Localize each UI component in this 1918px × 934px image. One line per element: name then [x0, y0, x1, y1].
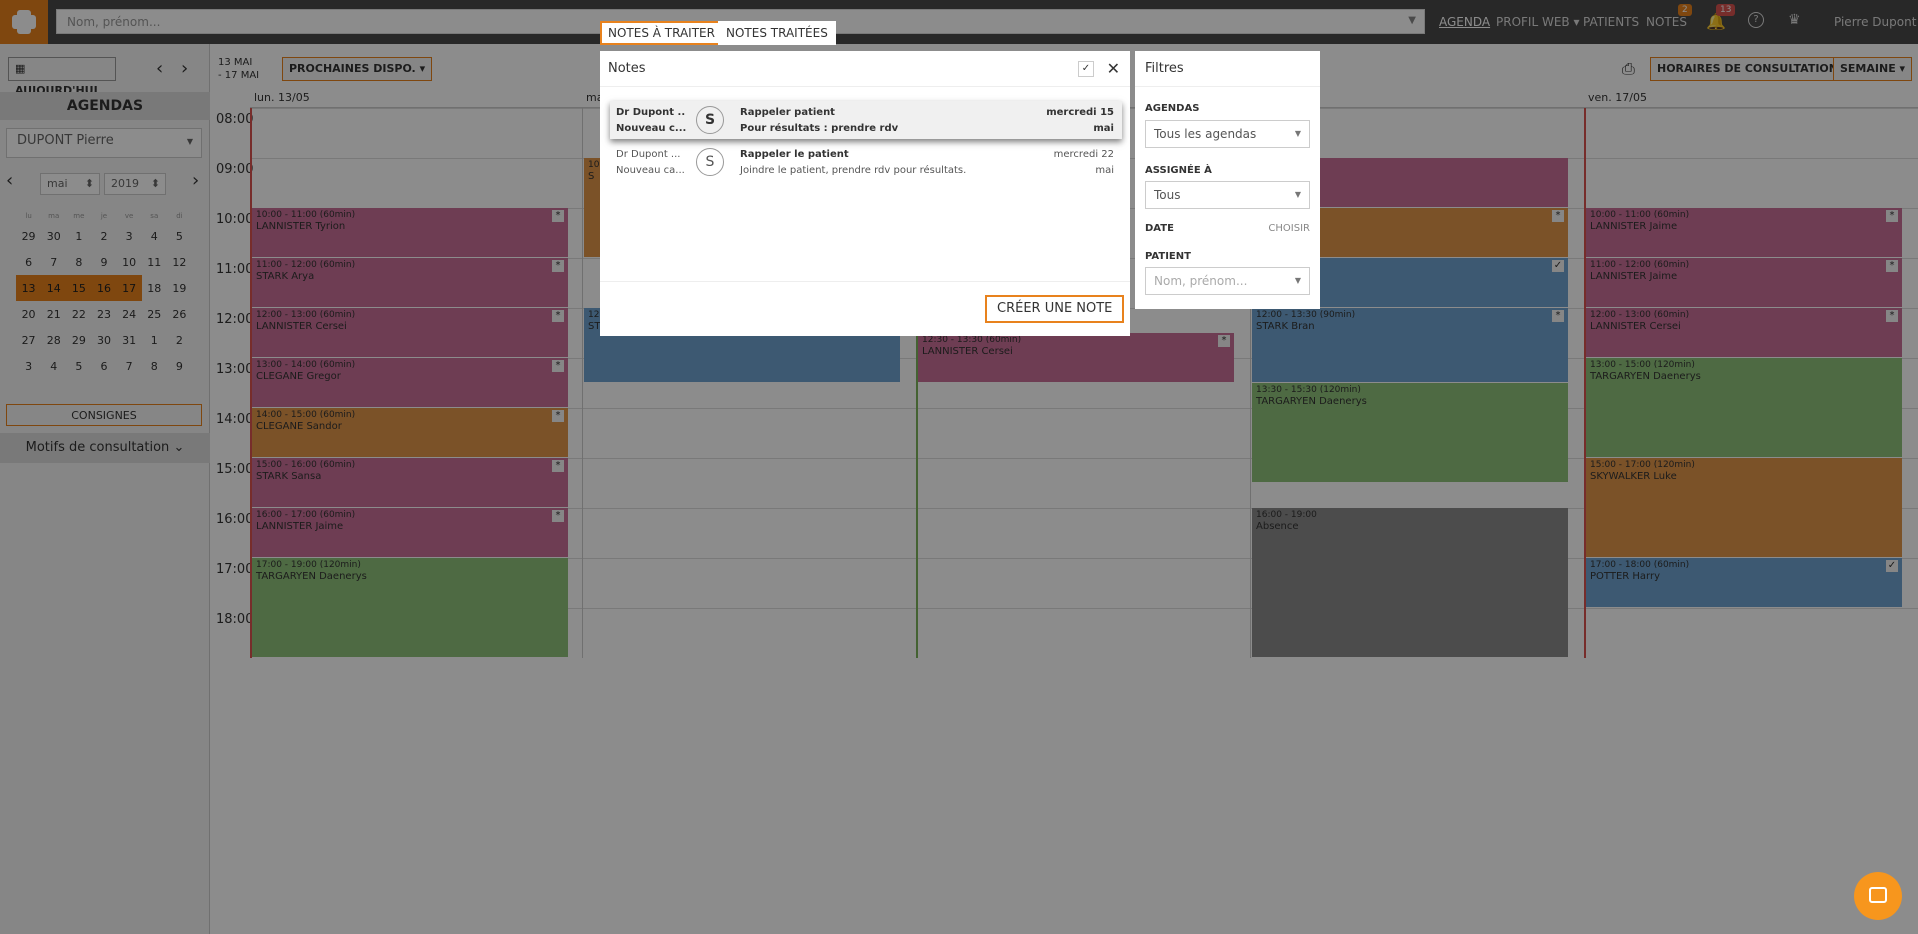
note-content: Rappeler le patient Joindre le patient, p…	[740, 149, 967, 176]
note-from: Dr Dupont ... Nouveau ca...	[616, 149, 685, 176]
chevron-down-icon: ▼	[1294, 190, 1301, 199]
agendas-label: AGENDAS	[1145, 103, 1200, 114]
note-item[interactable]: Dr Dupont ... Nouveau c... S Rappeler pat…	[610, 101, 1122, 139]
avatar: S	[696, 106, 724, 134]
chat-icon	[1869, 887, 1887, 903]
patient-select[interactable]: Nom, prénom... ▼	[1145, 267, 1310, 295]
agendas-select[interactable]: Tous les agendas ▼	[1145, 120, 1310, 148]
note-from: Dr Dupont ... Nouveau c...	[616, 107, 686, 134]
note-content: Rappeler patient Pour résultats : prendre…	[740, 107, 899, 134]
agendas-value: Tous les agendas	[1154, 127, 1257, 141]
note-date: mercredi 22 mai	[1053, 149, 1114, 176]
notes-header: Notes ✓ ✕	[600, 51, 1130, 87]
assign-select[interactable]: Tous ▼	[1145, 181, 1310, 209]
close-icon[interactable]: ✕	[1107, 59, 1120, 78]
chevron-down-icon: ▼	[1294, 276, 1301, 285]
avatar: S	[696, 148, 724, 176]
filters-panel: Filtres AGENDAS Tous les agendas ▼ ASSIGN…	[1135, 51, 1320, 309]
assign-value: Tous	[1154, 188, 1181, 202]
patient-label: PATIENT	[1145, 251, 1191, 262]
note-date: mercredi 15 mai	[1046, 107, 1114, 134]
patient-placeholder: Nom, prénom...	[1154, 274, 1248, 288]
chevron-down-icon: ▼	[1294, 129, 1301, 138]
notes-title: Notes	[608, 61, 646, 76]
assign-label: ASSIGNÉE À	[1145, 165, 1212, 176]
create-note-button[interactable]: CRÉER UNE NOTE	[985, 295, 1125, 323]
tab-notes-traitees[interactable]: NOTES TRAITÉES	[718, 21, 836, 45]
note-item[interactable]: Dr Dupont ... Nouveau ca... S Rappeler le…	[610, 143, 1122, 181]
tab-notes-a-traiter[interactable]: NOTES À TRAITER	[600, 21, 723, 45]
check-all-icon[interactable]: ✓	[1078, 61, 1094, 77]
chat-button[interactable]	[1854, 872, 1902, 920]
app: { "search":{"placeholder":"Nom, prénom..…	[0, 0, 1918, 934]
date-choose-link[interactable]: CHOISIR	[1268, 223, 1310, 234]
filters-title: Filtres	[1135, 51, 1320, 87]
notes-modal: Notes ✓ ✕ Dr Dupont ... Nouveau c... S Ra…	[600, 51, 1130, 336]
divider	[600, 281, 1130, 282]
date-label: DATE	[1145, 223, 1174, 234]
